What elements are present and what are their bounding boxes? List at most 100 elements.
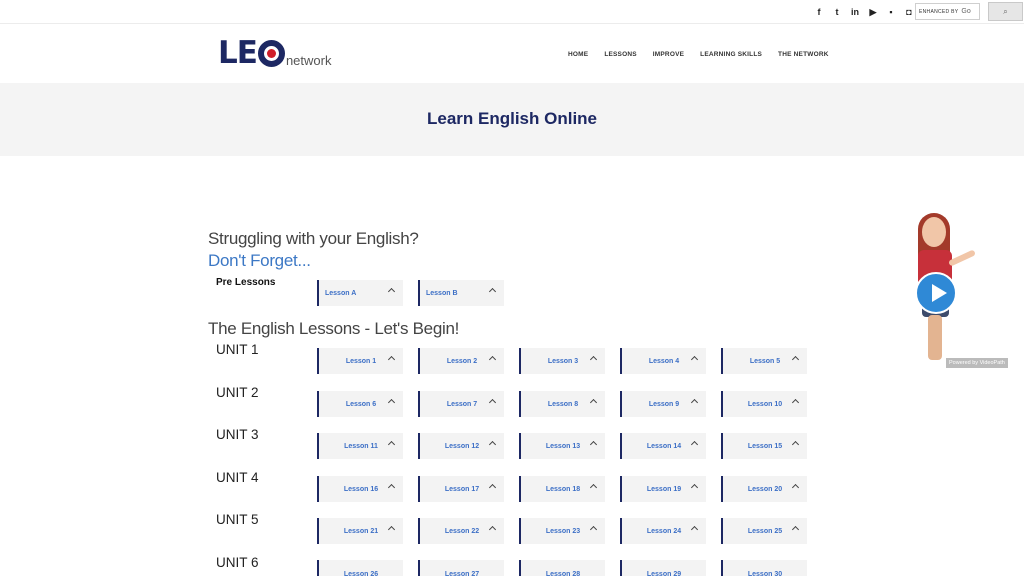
lesson-toggle[interactable]: Lesson 5 <box>721 348 807 374</box>
lesson-label: Lesson 12 <box>444 442 480 450</box>
lesson-label: Lesson 19 <box>646 485 682 493</box>
search-enhanced-label: ENHANCED BY <box>919 8 959 15</box>
lesson-toggle[interactable]: Lesson 27 <box>418 560 504 578</box>
lesson-label: Lesson 24 <box>646 527 682 535</box>
presenter-head <box>922 217 946 247</box>
chevron-up-icon <box>387 398 396 407</box>
facebook-icon[interactable]: f <box>814 6 824 18</box>
lesson-toggle[interactable]: Lesson 23 <box>519 518 605 544</box>
chevron-up-icon <box>690 440 699 449</box>
lesson-toggle[interactable]: Lesson 2 <box>418 348 504 374</box>
search-button[interactable]: ⌕ <box>988 2 1023 21</box>
lesson-toggle[interactable]: Lesson 11 <box>317 433 403 459</box>
lesson-toggle[interactable]: Lesson 10 <box>721 391 807 417</box>
nav-home[interactable]: HOME <box>568 51 588 58</box>
lesson-toggle[interactable]: Lesson 16 <box>317 476 403 502</box>
chevron-up-icon <box>488 398 497 407</box>
lesson-label: Lesson 1 <box>345 357 377 365</box>
lesson-toggle[interactable]: Lesson 14 <box>620 433 706 459</box>
lesson-toggle[interactable]: Lesson 3 <box>519 348 605 374</box>
lesson-toggle[interactable]: Lesson 21 <box>317 518 403 544</box>
unit-2-label: UNIT 2 <box>216 385 259 400</box>
unit-6-label: UNIT 6 <box>216 555 259 570</box>
lesson-toggle[interactable]: Lesson 17 <box>418 476 504 502</box>
lesson-b-toggle[interactable]: Lesson B <box>418 280 504 306</box>
youtube-icon[interactable]: ▶ <box>868 6 878 18</box>
discord-icon[interactable]: ◘ <box>904 6 914 18</box>
lesson-toggle[interactable]: Lesson 18 <box>519 476 605 502</box>
flickr-icon[interactable]: ▪ <box>886 6 896 18</box>
play-icon[interactable] <box>915 272 957 314</box>
lesson-toggle[interactable]: Lesson 20 <box>721 476 807 502</box>
presenter-arm <box>948 249 976 267</box>
lesson-toggle[interactable]: Lesson 29 <box>620 560 706 578</box>
video-presenter-widget[interactable]: Powered by VideoPath <box>886 205 1016 375</box>
lesson-label: Lesson 7 <box>446 400 478 408</box>
lesson-label: Lesson 27 <box>444 570 480 578</box>
lesson-toggle[interactable]: Lesson 9 <box>620 391 706 417</box>
chevron-up-icon <box>589 483 598 492</box>
chevron-up-icon <box>589 355 598 364</box>
nav-the-network[interactable]: THE NETWORK <box>778 51 829 58</box>
hero-banner: Learn English Online <box>0 83 1024 156</box>
search-input[interactable]: ENHANCED BY Go <box>915 3 980 20</box>
lesson-toggle[interactable]: Lesson 24 <box>620 518 706 544</box>
lesson-label: Lesson 5 <box>749 357 781 365</box>
chevron-up-icon <box>488 525 497 534</box>
lesson-toggle[interactable]: Lesson 30 <box>721 560 807 578</box>
lesson-label: Lesson A <box>325 289 357 297</box>
lesson-label: Lesson 30 <box>747 570 783 578</box>
chevron-up-icon <box>387 355 396 364</box>
page-title: Learn English Online <box>426 109 598 128</box>
chevron-up-icon <box>387 525 396 534</box>
lesson-toggle[interactable]: Lesson 28 <box>519 560 605 578</box>
lesson-toggle[interactable]: Lesson 25 <box>721 518 807 544</box>
lesson-toggle[interactable]: Lesson 19 <box>620 476 706 502</box>
powered-by-badge[interactable]: Powered by VideoPath <box>946 358 1008 368</box>
lesson-label: Lesson 28 <box>545 570 581 578</box>
chevron-up-icon <box>791 398 800 407</box>
lesson-toggle[interactable]: Lesson 8 <box>519 391 605 417</box>
chevron-up-icon <box>488 287 497 296</box>
logo-subtext: network <box>285 53 332 68</box>
lesson-toggle[interactable]: Lesson 12 <box>418 433 504 459</box>
lesson-label: Lesson 11 <box>344 442 378 450</box>
lesson-label: Lesson 9 <box>648 400 680 408</box>
lesson-label: Lesson 13 <box>545 442 581 450</box>
nav-learning-skills[interactable]: LEARNING SKILLS <box>700 51 762 58</box>
leo-network-logo[interactable]: LE network <box>218 37 331 69</box>
lesson-label: Lesson 20 <box>747 485 783 493</box>
lesson-label: Lesson 22 <box>444 527 480 535</box>
chevron-up-icon <box>791 440 800 449</box>
nav-lessons[interactable]: LESSONS <box>604 51 636 58</box>
twitter-icon[interactable]: t <box>832 6 842 18</box>
lesson-label: Lesson 10 <box>747 400 783 408</box>
dont-forget-heading: Don't Forget... <box>208 251 311 270</box>
lesson-toggle[interactable]: Lesson 13 <box>519 433 605 459</box>
lesson-label: Lesson 4 <box>648 357 680 365</box>
lesson-toggle[interactable]: Lesson 7 <box>418 391 504 417</box>
struggling-heading: Struggling with your English? <box>208 229 419 248</box>
lesson-toggle[interactable]: Lesson 22 <box>418 518 504 544</box>
lesson-toggle[interactable]: Lesson 26 <box>317 560 403 578</box>
unit-3-label: UNIT 3 <box>216 427 259 442</box>
unit-4-label: UNIT 4 <box>216 470 259 485</box>
chevron-up-icon <box>791 525 800 534</box>
chevron-up-icon <box>690 398 699 407</box>
lesson-label: Lesson 21 <box>343 527 379 535</box>
lesson-toggle[interactable]: Lesson 6 <box>317 391 403 417</box>
unit-5-label: UNIT 5 <box>216 512 259 527</box>
nav-improve[interactable]: IMPROVE <box>653 51 684 58</box>
lesson-label: Lesson 25 <box>747 527 783 535</box>
lesson-toggle[interactable]: Lesson 15 <box>721 433 807 459</box>
chevron-up-icon <box>589 525 598 534</box>
pre-lessons-label: Pre Lessons <box>216 277 276 288</box>
linkedin-icon[interactable]: in <box>850 6 860 18</box>
lesson-label: Lesson 16 <box>343 485 379 493</box>
lesson-label: Lesson 18 <box>545 485 581 493</box>
lesson-a-toggle[interactable]: Lesson A <box>317 280 403 306</box>
lesson-toggle[interactable]: Lesson 4 <box>620 348 706 374</box>
chevron-up-icon <box>589 440 598 449</box>
search-icon: ⌕ <box>1003 6 1008 16</box>
lesson-toggle[interactable]: Lesson 1 <box>317 348 403 374</box>
